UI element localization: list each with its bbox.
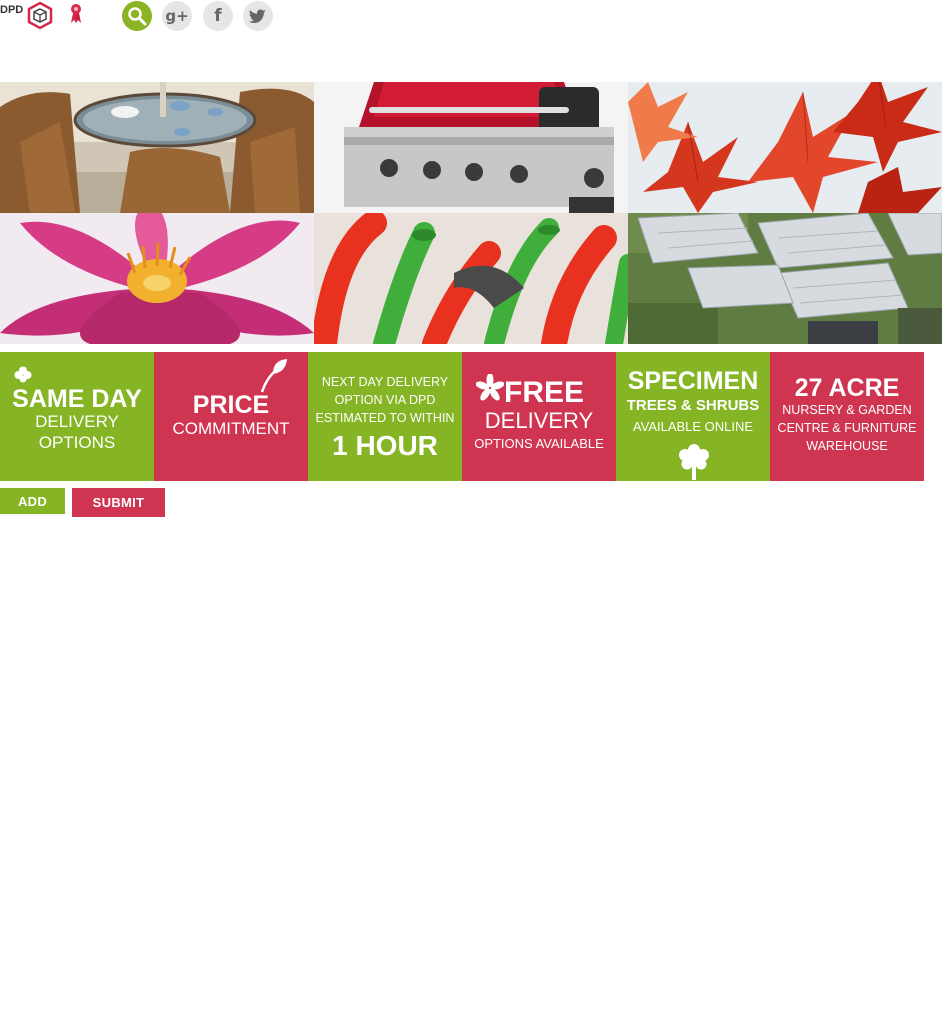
tree-icon xyxy=(679,444,709,480)
promo-next-day-line2: OPTION VIA DPD xyxy=(334,393,436,407)
water-lily-image xyxy=(0,213,314,344)
promo-acre-line3: CENTRE & FURNITURE xyxy=(777,421,917,435)
clover-icon xyxy=(14,366,32,383)
promo-same-day-title: SAME DAY xyxy=(12,385,142,413)
dpd-cube-icon xyxy=(27,1,53,30)
leaf-icon xyxy=(260,359,287,393)
search-button[interactable] xyxy=(122,1,152,31)
promo-specimen-line3: AVAILABLE ONLINE xyxy=(632,419,754,434)
gallery-tile-acer-leaves[interactable] xyxy=(628,82,942,213)
google-plus-button[interactable]: g+ xyxy=(162,1,192,31)
image-gallery xyxy=(0,82,942,344)
promo-acre-title: 27 ACRE xyxy=(794,374,900,402)
search-icon xyxy=(128,7,147,26)
promo-27-acre[interactable]: 27 ACRE NURSERY & GARDEN CENTRE & FURNIT… xyxy=(770,352,924,481)
promo-price-commitment[interactable]: PRICE COMMITMENT xyxy=(154,352,308,481)
submit-button[interactable]: SUBMIT xyxy=(72,488,165,517)
top-bar: DPD g+ f xyxy=(0,0,942,40)
add-button[interactable]: ADD xyxy=(0,488,65,514)
promo-free-line3: OPTIONS AVAILABLE xyxy=(474,436,604,451)
promo-same-day-line2: DELIVERY xyxy=(35,412,119,431)
acer-leaves-image xyxy=(628,82,942,213)
dpd-logo[interactable]: DPD xyxy=(0,1,56,31)
promo-same-day-line3: OPTIONS xyxy=(38,433,116,452)
promo-free-line2: DELIVERY xyxy=(484,408,594,433)
promo-specimen-line2: TREES & SHRUBS xyxy=(626,397,760,414)
facebook-button[interactable]: f xyxy=(203,1,233,31)
promo-next-day-line3: ESTIMATED TO WITHIN xyxy=(315,411,455,425)
promo-acre-line2: NURSERY & GARDEN xyxy=(782,403,912,417)
promo-acre-line4: WAREHOUSE xyxy=(806,439,888,453)
promo-specimen-trees[interactable]: SPECIMEN TREES & SHRUBS AVAILABLE ONLINE xyxy=(616,352,770,481)
google-plus-icon: g+ xyxy=(165,7,189,25)
promo-free-title: FREE xyxy=(504,376,585,409)
flower-icon xyxy=(476,374,504,401)
nursery-aerial-image xyxy=(628,213,942,344)
facebook-icon: f xyxy=(214,6,222,26)
gallery-tile-barbecue[interactable] xyxy=(314,82,628,213)
ribbon-icon xyxy=(71,4,81,23)
gallery-tile-watering-cans[interactable] xyxy=(314,213,628,344)
promo-next-day-line1: NEXT DAY DELIVERY xyxy=(321,375,449,389)
promo-free-delivery[interactable]: FREE DELIVERY OPTIONS AVAILABLE xyxy=(462,352,616,481)
promo-price-title: PRICE xyxy=(192,391,270,419)
gallery-tile-water-lily[interactable] xyxy=(0,213,314,344)
gallery-tile-garden-furniture[interactable] xyxy=(0,82,314,213)
twitter-button[interactable] xyxy=(243,1,273,31)
promo-next-day[interactable]: NEXT DAY DELIVERY OPTION VIA DPD ESTIMAT… xyxy=(308,352,462,481)
barbecue-image xyxy=(314,82,628,213)
twitter-icon xyxy=(249,9,266,23)
promo-price-line2: COMMITMENT xyxy=(172,419,290,438)
promo-specimen-title: SPECIMEN xyxy=(627,367,759,395)
promo-next-day-highlight: 1 HOUR xyxy=(332,430,438,461)
dpd-logo-text: DPD xyxy=(0,4,24,16)
promo-banner: SAME DAY DELIVERY OPTIONS PRICE COMMITME… xyxy=(0,352,924,481)
gallery-tile-nursery-aerial[interactable] xyxy=(628,213,942,344)
garden-furniture-image xyxy=(0,82,314,213)
promo-same-day[interactable]: SAME DAY DELIVERY OPTIONS xyxy=(0,352,154,481)
watering-cans-image xyxy=(314,213,628,344)
